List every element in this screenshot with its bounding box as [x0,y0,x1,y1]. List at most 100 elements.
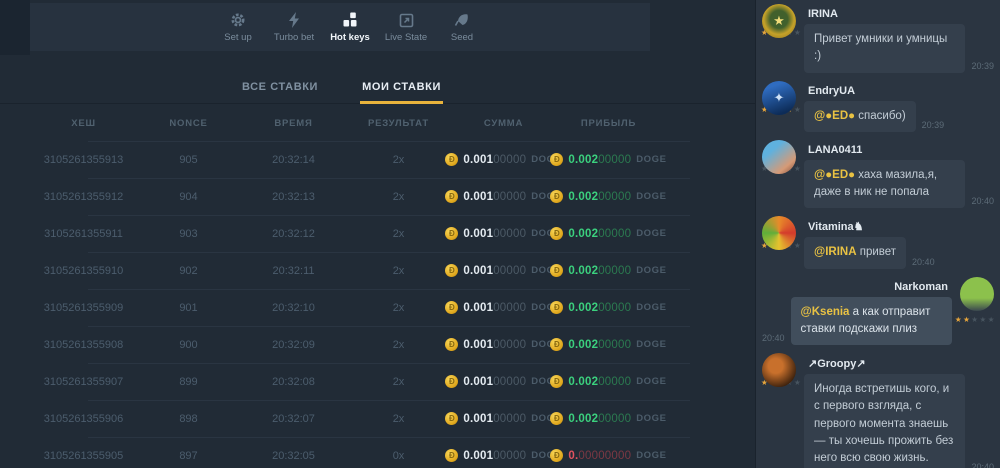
hot-keys-button[interactable]: Hot keys [322,11,378,43]
amount-value: 0.00100000 [463,191,526,203]
cell-time: 20:32:10 [241,302,346,314]
hot-keys-label: Hot keys [330,32,370,43]
cell-amount: Ð0.00100000DOGE [451,412,556,425]
table-row[interactable]: 310526135590689820:32:072xÐ0.00100000DOG… [0,400,755,437]
profit-value: 0.00000000 [568,450,631,462]
cell-amount: Ð0.00100000DOGE [451,449,556,462]
cell-result: 2x [346,339,451,351]
table-row[interactable]: 310526135590589720:32:050xÐ0.00100000DOG… [0,437,755,468]
star-icon: ★ [980,315,988,324]
col-amount: СУММА [451,118,556,129]
amount-value: 0.00100000 [463,413,526,425]
cell-profit: Ð0.00200000DOGE [556,301,661,314]
cell-time: 20:32:14 [241,154,346,166]
cell-amount: Ð0.00100000DOGE [451,153,556,166]
profit-value: 0.00200000 [568,191,631,203]
table-row[interactable]: 310526135591090220:32:112xÐ0.00100000DOG… [0,252,755,289]
live-state-button[interactable]: Live State [378,11,434,43]
cell-profit: Ð0.00200000DOGE [556,412,661,425]
bets-table-header: ХЕШ NONCE ВРЕМЯ РЕЗУЛЬТАТ СУММА ПРИБЫЛЬ [0,105,755,141]
chat-message-body: ★★★★★@●ED● спасибо)20:39 [760,101,996,132]
message-text: привет [857,246,897,258]
profit-value: 0.00200000 [568,265,631,277]
setup-button[interactable]: Set up [210,11,266,43]
col-profit: ПРИБЫЛЬ [556,118,661,129]
cell-profit: Ð0.00200000DOGE [556,190,661,203]
currency-label: DOGE [636,191,666,202]
cell-amount: Ð0.00100000DOGE [451,190,556,203]
cell-amount: Ð0.00100000DOGE [451,264,556,277]
chat-username: Narkoman [760,277,948,293]
cell-time: 20:32:09 [241,339,346,351]
chat-message[interactable]: ✦EndryUA★★★★★@●ED● спасибо)20:39 [760,81,996,132]
currency-label: DOGE [636,154,666,165]
chat-message[interactable]: Narkoman★★★★★20:40@Ksenia а как отправит… [760,277,996,346]
turbo-bet-button[interactable]: Turbo bet [266,11,322,43]
cell-result: 2x [346,376,451,388]
table-row[interactable]: 310526135591290420:32:132xÐ0.00100000DOG… [0,178,755,215]
chat-message[interactable]: LANA0411★★★★★@●ED● хаха мазила,я, даже в… [760,140,996,209]
table-row[interactable]: 310526135590990120:32:102xÐ0.00100000DOG… [0,289,755,326]
currency-label: DOGE [636,228,666,239]
chat-username: LANA0411 [808,140,996,156]
cell-nonce: 900 [136,339,241,351]
user-mention[interactable]: @●ED● [814,169,855,181]
cell-hash: 3105261355906 [31,413,136,425]
cell-hash: 3105261355909 [31,302,136,314]
doge-coin-icon: Ð [445,227,458,240]
doge-coin-icon: Ð [550,338,563,351]
message-timestamp: 20:39 [971,61,994,71]
doge-coin-icon: Ð [445,412,458,425]
cell-nonce: 905 [136,154,241,166]
tab-my-bets[interactable]: МОИ СТАВКИ [360,75,443,103]
table-row[interactable]: 310526135590890020:32:092xÐ0.00100000DOG… [0,326,755,363]
cell-profit: Ð0.00200000DOGE [556,375,661,388]
user-mention[interactable]: @●ED● [814,110,855,122]
chat-message[interactable]: Vitamina♞★★★★★@IRINA привет20:40 [760,216,996,268]
chat-message[interactable]: ★IRINA★★★★★Привет умники и умницы :)20:3… [760,4,996,73]
table-row[interactable]: 310526135590789920:32:082xÐ0.00100000DOG… [0,363,755,400]
star-icon: ★ [794,378,802,387]
cell-hash: 3105261355907 [31,376,136,388]
cell-nonce: 903 [136,228,241,240]
message-text: Привет умники и умницы :) [814,33,947,62]
cell-hash: 3105261355913 [31,154,136,166]
toolbar-items: Set up Turbo bet Hot keys Live State [210,11,490,43]
seed-label: Seed [451,32,473,43]
doge-coin-icon: Ð [445,375,458,388]
profit-value: 0.00200000 [568,339,631,351]
user-mention[interactable]: @Ksenia [801,306,850,318]
live-state-icon [399,11,414,29]
profit-value: 0.00200000 [568,302,631,314]
doge-coin-icon: Ð [550,301,563,314]
chat-message-body: ★★★★★Иногда встретишь кого, и с первого … [760,374,996,468]
message-timestamp: 20:40 [762,333,785,343]
currency-label: DOGE [636,376,666,387]
amount-value: 0.00100000 [463,376,526,388]
user-avatar: ★ [762,4,796,38]
user-avatar [762,140,796,174]
cell-result: 2x [346,228,451,240]
amount-value: 0.00100000 [463,450,526,462]
message-timestamp: 20:39 [922,120,945,130]
doge-coin-icon: Ð [550,190,563,203]
chat-bubble: Привет умники и умницы :) [804,24,965,73]
turbo-bet-label: Turbo bet [274,32,314,43]
user-avatar: ✦ [762,81,796,115]
table-row[interactable]: 310526135591190320:32:122xÐ0.00100000DOG… [0,215,755,252]
seed-button[interactable]: Seed [434,11,490,43]
chat-sidebar: ★IRINA★★★★★Привет умники и умницы :)20:3… [755,0,1000,468]
tab-all-bets[interactable]: ВСЕ СТАВКИ [240,75,320,103]
user-rating-stars: ★★★★★ [955,315,996,324]
cell-profit: Ð0.00200000DOGE [556,227,661,240]
chat-message[interactable]: ↗Groopy↗★★★★★Иногда встретишь кого, и с … [760,353,996,468]
profit-value: 0.00200000 [568,228,631,240]
cell-profit: Ð0.00200000DOGE [556,338,661,351]
star-icon: ★ [794,164,802,173]
doge-coin-icon: Ð [550,412,563,425]
table-row[interactable]: 310526135591390520:32:142xÐ0.00100000DOG… [0,141,755,178]
doge-coin-icon: Ð [445,301,458,314]
star-icon: ★ [988,315,996,324]
user-mention[interactable]: @IRINA [814,246,857,258]
profit-value: 0.00200000 [568,413,631,425]
